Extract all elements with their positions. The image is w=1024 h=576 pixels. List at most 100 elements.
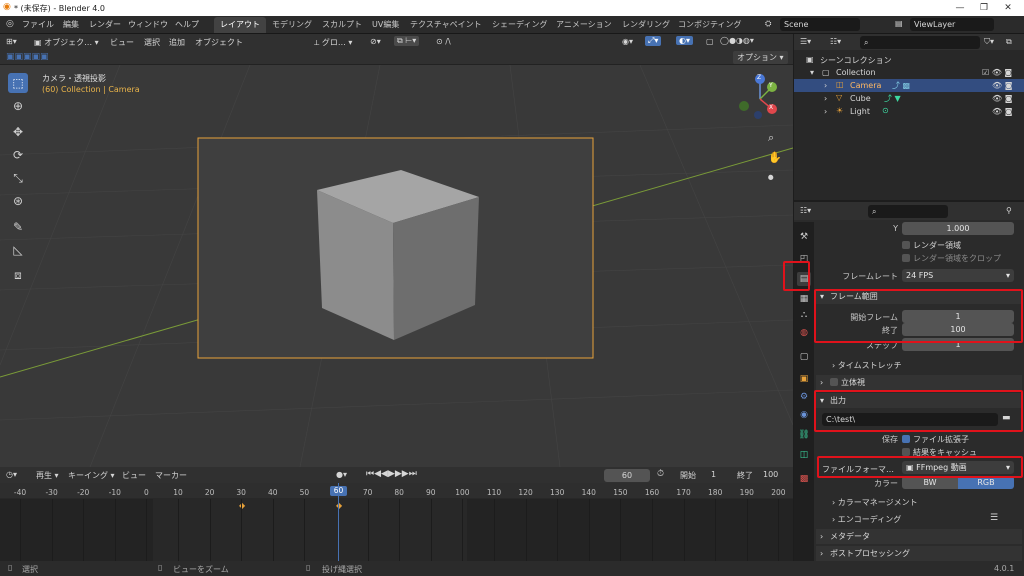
- tool-tab-icon[interactable]: ⚒: [797, 230, 811, 244]
- chevron-right-icon[interactable]: ›: [824, 94, 827, 103]
- transform-orientation-dropdown[interactable]: ⟂ グロ… ▾: [314, 37, 352, 48]
- cursor-tool-icon[interactable]: ⊕: [8, 96, 28, 116]
- timeline-end-value[interactable]: 100: [763, 470, 778, 479]
- outliner-display-icon[interactable]: ☷▾: [830, 37, 841, 46]
- visibility-icon[interactable]: ◉▾: [622, 37, 633, 46]
- select-box-tool-icon[interactable]: ⬚: [8, 73, 28, 93]
- shading-modes[interactable]: ◯●◑◍▾: [720, 36, 754, 45]
- mode-dropdown[interactable]: ▣ オブジェク… ▾: [34, 37, 99, 48]
- encoding-subpanel[interactable]: › エンコーディング: [832, 514, 901, 525]
- options-dropdown[interactable]: オプション ▾: [733, 51, 788, 64]
- menu-help[interactable]: ヘルプ: [175, 19, 199, 30]
- timeline-area[interactable]: ◆ ◆ 60 -40-30-20-10010203040507080901001…: [0, 483, 793, 561]
- pan-hand-icon[interactable]: ✋: [768, 151, 782, 164]
- menu-edit[interactable]: 編集: [63, 19, 79, 30]
- new-collection-icon[interactable]: ⧉: [1006, 37, 1012, 47]
- vp-menu-view[interactable]: ビュー: [110, 37, 134, 48]
- overlay-toggle-icon[interactable]: ◐▾: [676, 36, 693, 45]
- view-layer-field[interactable]: ViewLayer: [910, 18, 994, 31]
- camera-view-icon[interactable]: ⏺: [768, 171, 774, 185]
- tab-uv-edit[interactable]: UV編集: [366, 17, 405, 33]
- view-layer-tab-icon[interactable]: ▦: [797, 292, 811, 306]
- move-tool-icon[interactable]: ✥: [8, 122, 28, 142]
- constraints-tab-icon[interactable]: ⛓: [797, 428, 811, 442]
- physics-tab-icon[interactable]: ◉: [797, 408, 811, 422]
- zoom-icon[interactable]: ⌕: [768, 131, 774, 145]
- outliner-collection-row[interactable]: ▾ ▢ Collection ☑ 👁 ◙: [794, 66, 1024, 79]
- playback-controls[interactable]: ⏮◀◀▶▶▶⏭: [366, 469, 417, 479]
- timeline-start-value[interactable]: 1: [711, 470, 716, 479]
- outliner-search-input[interactable]: ⌕: [860, 36, 980, 49]
- properties-editor-icon[interactable]: ☷▾: [800, 206, 811, 215]
- pivot-icon[interactable]: ⊘▾: [370, 37, 381, 46]
- scene-field[interactable]: Scene: [780, 18, 860, 31]
- collection-tab-icon[interactable]: ▢: [797, 350, 811, 364]
- object-tab-icon[interactable]: ▣: [797, 372, 811, 386]
- playhead-frame-badge[interactable]: 60: [330, 486, 347, 496]
- vp-menu-add[interactable]: 追加: [169, 37, 185, 48]
- proportional-edit-icon[interactable]: ⊙ /\: [436, 37, 451, 46]
- rotate-tool-icon[interactable]: ⟳: [8, 145, 28, 165]
- gizmo-toggle-icon[interactable]: ⤢▾: [645, 36, 662, 46]
- 3d-viewport[interactable]: カメラ・透視投影 (60) Collection | Camera Z Y X …: [0, 65, 793, 467]
- scale-tool-icon[interactable]: ⤡: [8, 168, 28, 188]
- timeline-menu-view[interactable]: ビュー: [122, 470, 146, 481]
- add-cube-tool-icon[interactable]: ⧈: [8, 265, 28, 285]
- transform-tool-icon[interactable]: ⊛: [8, 191, 28, 211]
- chevron-right-icon[interactable]: ›: [824, 107, 827, 116]
- timeline-menu-keying[interactable]: キーイング ▾: [68, 470, 115, 481]
- timeline-editor-icon[interactable]: ◷▾: [6, 470, 17, 479]
- stereo-panel-header[interactable]: › 立体視: [816, 375, 1022, 390]
- tab-animation[interactable]: アニメーション: [550, 17, 618, 33]
- properties-search-input[interactable]: ⌕: [868, 205, 948, 218]
- close-button[interactable]: ✕: [998, 2, 1018, 14]
- filter-icon[interactable]: ⛉▾: [984, 37, 994, 47]
- modifier-tab-icon[interactable]: ⚙: [797, 390, 811, 404]
- tab-sculpt[interactable]: スカルプト: [316, 17, 368, 33]
- vp-menu-object[interactable]: オブジェクト: [195, 37, 243, 48]
- data-tab-icon[interactable]: ◫: [797, 448, 811, 462]
- render-region-checkbox[interactable]: レンダー領域: [902, 240, 961, 251]
- maximize-button[interactable]: ❐: [974, 2, 994, 14]
- outliner-editor-icon[interactable]: ☰▾: [800, 37, 811, 46]
- tab-modeling[interactable]: モデリング: [266, 17, 318, 33]
- xray-icon[interactable]: ▢: [706, 37, 714, 46]
- outliner-item-camera[interactable]: › ◫ Camera ⤴ ▩ 👁 ◙: [794, 79, 1024, 92]
- blender-menu-icon[interactable]: ◎: [6, 19, 14, 29]
- scene-tab-icon[interactable]: ⛬: [797, 308, 811, 322]
- tab-rendering[interactable]: レンダリング: [616, 17, 676, 33]
- visibility-icons[interactable]: 👁 ◙: [992, 81, 1012, 90]
- tab-shading[interactable]: シェーディング: [486, 17, 553, 33]
- keyframe-record-icon[interactable]: ●▾: [336, 470, 347, 479]
- timeline-menu-playback[interactable]: 再生 ▾: [36, 470, 59, 481]
- tab-layout[interactable]: レイアウト: [214, 17, 266, 33]
- current-frame-field[interactable]: 60: [604, 469, 650, 482]
- post-processing-panel-header[interactable]: › ポストプロセッシング: [816, 546, 1022, 561]
- minimize-button[interactable]: —: [950, 2, 970, 14]
- resolution-y-field[interactable]: 1.000: [902, 222, 1014, 235]
- annotate-tool-icon[interactable]: ✎: [8, 217, 28, 237]
- vp-menu-select[interactable]: 選択: [144, 37, 160, 48]
- frame-rate-dropdown[interactable]: 24 FPS ▾: [902, 269, 1014, 282]
- editor-type-icon[interactable]: ⊞▾: [6, 37, 17, 46]
- visibility-icons[interactable]: 👁 ◙: [992, 107, 1012, 116]
- keyframe-diamond-icon[interactable]: ◆: [336, 501, 342, 510]
- stopwatch-icon[interactable]: ⏱: [657, 469, 664, 479]
- chevron-right-icon[interactable]: ›: [824, 81, 827, 90]
- measure-tool-icon[interactable]: ◺: [8, 240, 28, 260]
- world-tab-icon[interactable]: ◍: [797, 326, 811, 340]
- file-extension-checkbox[interactable]: ファイル拡張子: [902, 434, 969, 445]
- navigation-gizmo[interactable]: Z Y X: [736, 73, 784, 121]
- menu-render[interactable]: レンダー: [89, 19, 121, 30]
- tab-compositing[interactable]: コンポジティング: [672, 17, 748, 33]
- select-mode-icons[interactable]: ▣▣▣▣▣: [6, 52, 49, 62]
- visibility-icons[interactable]: 👁 ◙: [992, 94, 1012, 103]
- crop-region-checkbox[interactable]: レンダー領域をクロップ: [902, 253, 1001, 264]
- timeline-menu-marker[interactable]: マーカー: [155, 470, 187, 481]
- menu-file[interactable]: ファイル: [22, 19, 54, 30]
- time-stretch-subpanel[interactable]: › タイムストレッチ: [832, 360, 902, 371]
- pin-icon[interactable]: ⚲: [1006, 206, 1012, 215]
- texture-tab-icon[interactable]: ▩: [797, 472, 811, 486]
- menu-window[interactable]: ウィンドウ: [128, 19, 168, 30]
- snap-icon[interactable]: ⧉ ⊢▾: [394, 36, 420, 46]
